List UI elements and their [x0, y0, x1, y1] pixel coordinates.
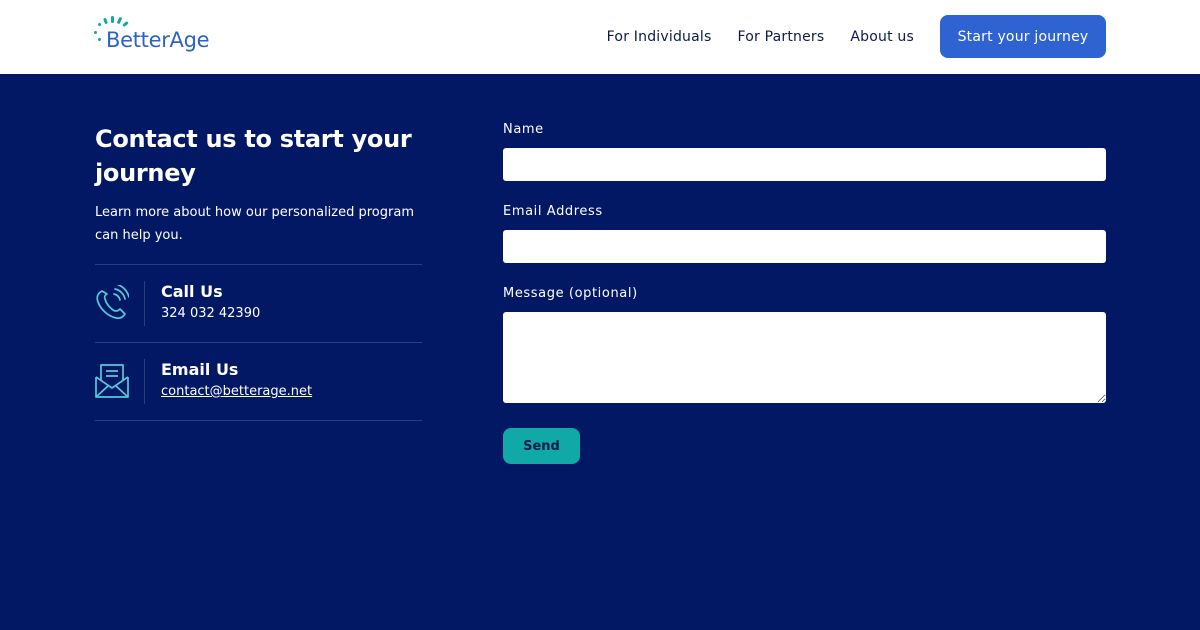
call-us-row: Call Us 324 032 42390 — [95, 265, 422, 342]
divider — [95, 420, 422, 421]
message-field[interactable] — [503, 312, 1106, 403]
send-button[interactable]: Send — [503, 428, 580, 464]
start-journey-button[interactable]: Start your journey — [940, 15, 1106, 58]
message-label: Message (optional) — [503, 286, 638, 301]
nav-for-individuals[interactable]: For Individuals — [607, 29, 712, 45]
name-field[interactable] — [503, 148, 1106, 181]
page-title: Contact us to start your journey — [95, 125, 412, 187]
email-field[interactable] — [503, 230, 1106, 263]
contact-form: Name Email Address Message (optional) Se… — [503, 122, 1106, 464]
envelope-icon — [95, 364, 129, 398]
phone-icon — [96, 285, 129, 320]
nav-about-us[interactable]: About us — [850, 29, 914, 45]
name-label: Name — [503, 122, 544, 137]
site-header: BetterAge For Individuals For Partners A… — [0, 0, 1200, 74]
intro-text: Learn more about how our personalized pr… — [95, 205, 414, 243]
contact-info: Contact us to start your journey Learn m… — [95, 122, 422, 421]
email-us-row: Email Us contact@betterage.net — [95, 343, 422, 420]
nav-for-partners[interactable]: For Partners — [737, 29, 824, 45]
vertical-divider — [144, 281, 145, 326]
call-us-title: Call Us — [161, 282, 223, 301]
email-label: Email Address — [503, 204, 603, 219]
main-nav: For Individuals For Partners About us St… — [607, 15, 1106, 58]
email-us-title: Email Us — [161, 360, 239, 379]
betterage-logo[interactable]: BetterAge — [94, 16, 224, 60]
vertical-divider — [144, 359, 145, 404]
email-link[interactable]: contact@betterage.net — [161, 384, 312, 399]
logo-wordmark: BetterAge — [106, 28, 210, 52]
phone-number[interactable]: 324 032 42390 — [161, 306, 260, 321]
